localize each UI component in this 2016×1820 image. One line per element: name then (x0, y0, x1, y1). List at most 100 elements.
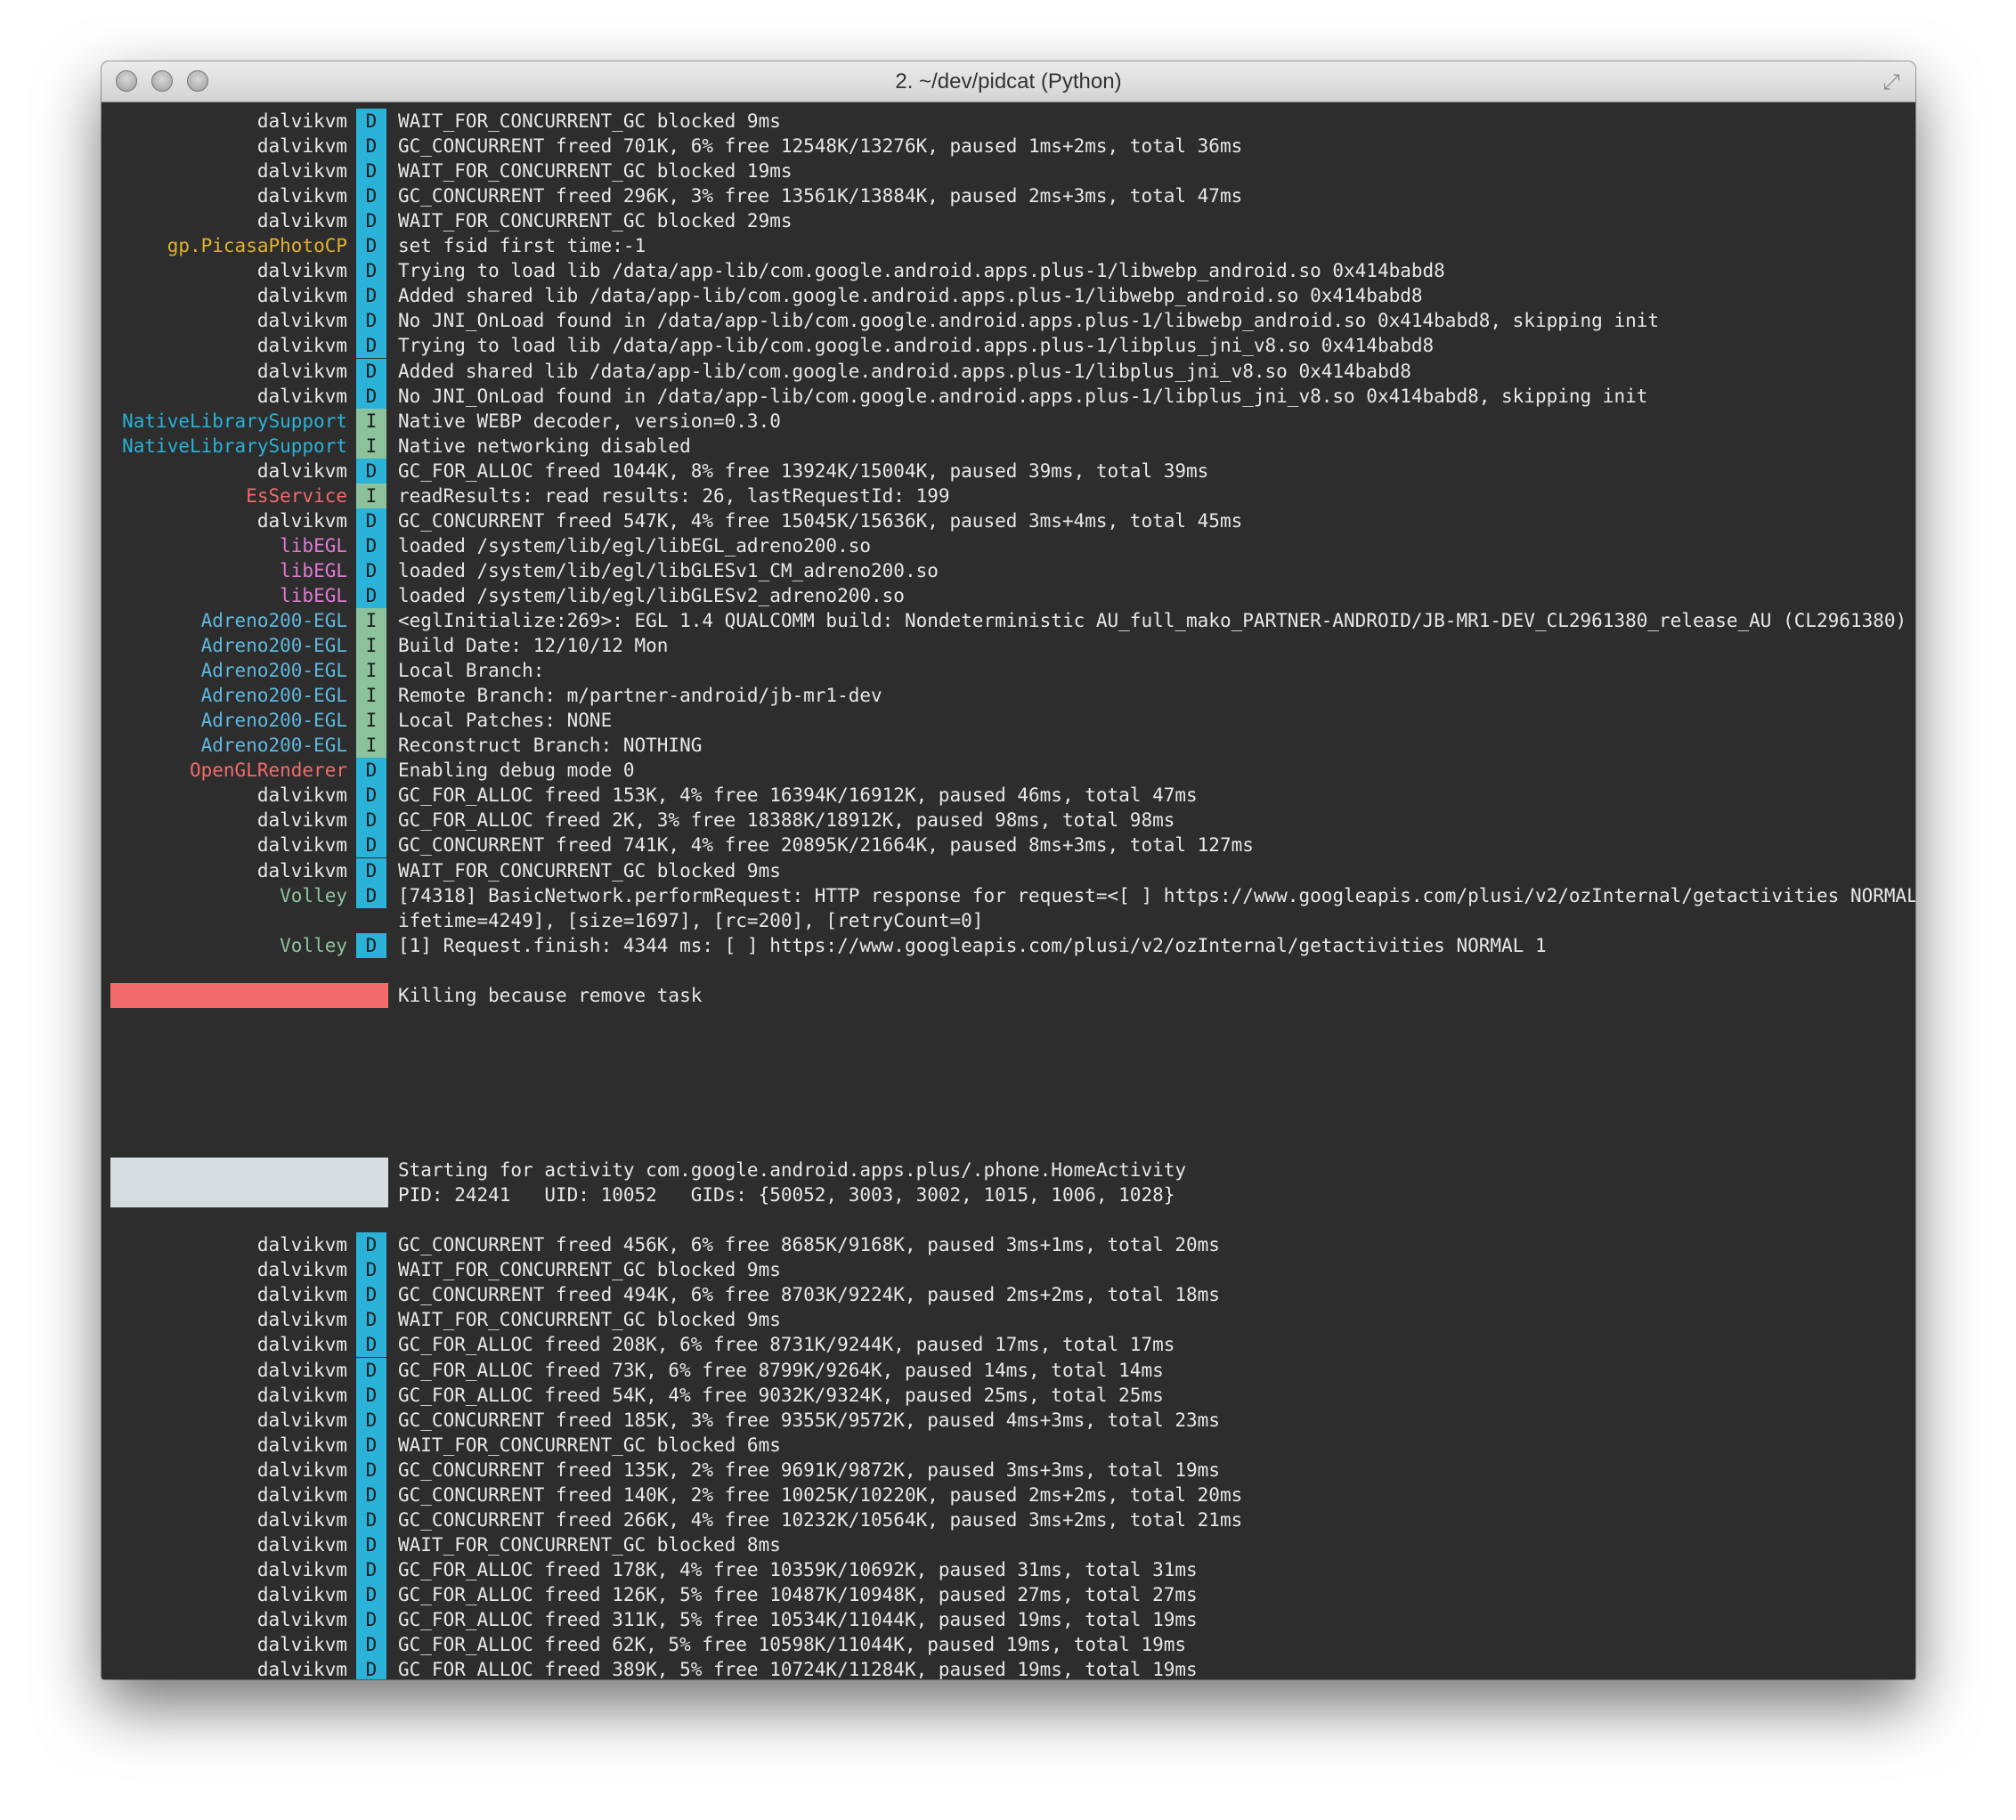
log-level-badge: D (356, 1507, 386, 1532)
log-line: dalvikvm D GC_CONCURRENT freed 456K, 6% fr… (102, 1232, 1915, 1258)
log-tag: dalvikvm (256, 310, 347, 332)
log-line: dalvikvm D GC_CONCURRENT freed 296K, 3% fr… (102, 183, 1915, 209)
log-level-badge: D (356, 1607, 386, 1632)
log-line: dalvikvm D WAIT_FOR_CONCURRENT_GC blocked … (102, 158, 1915, 184)
log-level-badge: D (356, 1282, 386, 1308)
log-line: dalvikvm D GC_FOR_ALLOC freed 62K, 5% free… (102, 1632, 1915, 1658)
log-tag: Adreno200-EGL (200, 635, 347, 657)
log-line: dalvikvm D WAIT_FOR_CONCURRENT_GC blocked … (102, 1257, 1915, 1283)
log-line: dalvikvm D GC_FOR_ALLOC freed 153K, 4% fre… (102, 783, 1915, 808)
log-line: dalvikvm D WAIT_FOR_CONCURRENT_GC blocked … (102, 109, 1915, 134)
log-tag: libEGL (280, 534, 347, 557)
log-level-badge: I (356, 633, 386, 659)
log-line: dalvikvm D GC_FOR_ALLOC freed 73K, 6% free… (102, 1357, 1915, 1383)
log-tag: dalvikvm (256, 135, 347, 158)
log-level-badge: D (356, 1257, 386, 1283)
log-line: dalvikvm D GC_CONCURRENT freed 140K, 2% fr… (102, 1482, 1915, 1507)
log-message: <eglInitialize:269>: EGL 1.4 QUALCOMM bu… (398, 610, 1907, 631)
log-message: ifetime=4249], [size=1697], [rc=200], [r… (398, 909, 984, 931)
log-message: Added shared lib /data/app-lib/com.googl… (398, 360, 1411, 382)
log-tag: EsService (246, 484, 347, 507)
log-line: dalvikvm D GC_FOR_ALLOC freed 126K, 5% fre… (102, 1581, 1915, 1607)
log-message: Build Date: 12/10/12 Mon (398, 635, 669, 657)
log-level-badge: D (356, 358, 386, 384)
log-tag: dalvikvm (256, 1458, 347, 1481)
log-tag: dalvikvm (256, 1609, 347, 1630)
log-line: dalvikvm D GC_CONCURRENT freed 741K, 4% fr… (102, 833, 1915, 858)
log-message: GC_FOR_ALLOC freed 62K, 5% free 10598K/1… (398, 1634, 1187, 1656)
log-tag: dalvikvm (256, 185, 347, 207)
log-message: GC_FOR_ALLOC freed 73K, 6% free 8799K/92… (398, 1359, 1164, 1381)
log-message: WAIT_FOR_CONCURRENT_GC blocked 19ms (398, 160, 793, 183)
log-line: dalvikvm D GC_CONCURRENT freed 701K, 6% fr… (102, 134, 1915, 159)
log-message: Enabling debug mode 0 (398, 760, 635, 782)
log-line: OpenGLRenderer D Enabling debug mode 0 (102, 758, 1915, 784)
log-tag: dalvikvm (256, 1334, 347, 1356)
log-line: gp.PicasaPhotoCP Dset fsid first time:-1 (102, 233, 1915, 259)
log-message: GC_FOR_ALLOC freed 389K, 5% free 10724K/… (398, 1659, 1198, 1679)
log-level-badge: D (356, 1632, 386, 1658)
log-message: Reconstruct Branch: NOTHING (398, 735, 703, 757)
log-tag: dalvikvm (256, 1483, 347, 1506)
log-message: GC_CONCURRENT freed 701K, 6% free 12548K… (398, 135, 1243, 158)
kill-line: Killing because remove task (102, 982, 1915, 1008)
log-message: GC_FOR_ALLOC freed 311K, 5% free 10534K/… (398, 1609, 1198, 1630)
log-message: WAIT_FOR_CONCURRENT_GC blocked 6ms (398, 1434, 781, 1456)
log-line: dalvikvm D GC_FOR_ALLOC freed 389K, 5% fre… (102, 1657, 1915, 1679)
log-level-badge: D (356, 158, 386, 184)
log-tag: Adreno200-EGL (200, 610, 347, 631)
log-message: loaded /system/lib/egl/libEGL_adreno200.… (398, 534, 872, 557)
log-level-badge: D (356, 1357, 386, 1383)
terminal-window: 2. ~/dev/pidcat (Python) ⤢ dalvikvm D WAIT… (102, 61, 1915, 1679)
log-message: GC_CONCURRENT freed 185K, 3% free 9355K/… (398, 1409, 1220, 1431)
log-message: [1] Request.finish: 4344 ms: [ ] https:/… (398, 934, 1547, 956)
title-bar[interactable]: 2. ~/dev/pidcat (Python) ⤢ (102, 61, 1915, 102)
log-tag: dalvikvm (256, 1583, 347, 1605)
log-tag: libEGL (280, 584, 347, 606)
log-level-badge: D (356, 783, 386, 808)
log-message: GC_CONCURRENT freed 140K, 2% free 10025K… (398, 1483, 1243, 1506)
fullscreen-arrows-icon[interactable]: ⤢ (1880, 70, 1903, 93)
log-tag: dalvikvm (256, 509, 347, 532)
log-tag: dalvikvm (256, 1359, 347, 1381)
log-level-badge: D (356, 1532, 386, 1557)
log-level-badge: I (356, 408, 386, 434)
log-line: Volley D [1] Request.finish: 4344 ms: [ ] … (102, 932, 1915, 958)
log-line: dalvikvm D Trying to load lib /data/app-li… (102, 333, 1915, 359)
log-tag: dalvikvm (256, 809, 347, 832)
log-tag: dalvikvm (256, 1259, 347, 1281)
log-level-badge: D (356, 383, 386, 409)
log-tag: dalvikvm (256, 834, 347, 857)
log-tag: dalvikvm (256, 335, 347, 357)
log-line: dalvikvm D GC_FOR_ALLOC freed 1044K, 8% fr… (102, 458, 1915, 483)
log-level-badge: D (356, 1307, 386, 1333)
log-level-badge: D (356, 582, 386, 608)
log-level-badge: I (356, 683, 386, 709)
log-line: ifetime=4249], [size=1697], [rc=200], [r… (102, 908, 1915, 933)
log-level-badge: D (356, 1407, 386, 1433)
log-line: Adreno200-EGL I Local Branch: (102, 658, 1915, 684)
log-line: libEGL Dloaded /system/lib/egl/libGLESv2_… (102, 582, 1915, 608)
log-line: Volley D [74318] BasicNetwork.performReque… (102, 882, 1915, 908)
log-line: dalvikvm D No JNI_OnLoad found in /data/ap… (102, 383, 1915, 409)
log-tag: dalvikvm (256, 1434, 347, 1456)
log-tag: Volley (280, 884, 347, 906)
log-level-badge: D (356, 1581, 386, 1607)
log-level-badge: D (356, 1482, 386, 1507)
log-tag: dalvikvm (256, 459, 347, 482)
terminal-output[interactable]: dalvikvm D WAIT_FOR_CONCURRENT_GC blocked … (102, 102, 1915, 1679)
log-message: Trying to load lib /data/app-lib/com.goo… (398, 335, 1435, 357)
log-level-badge: I (356, 658, 386, 684)
log-tag: dalvikvm (256, 1634, 347, 1656)
log-line: dalvikvm D GC_FOR_ALLOC freed 208K, 6% fre… (102, 1332, 1915, 1358)
log-line: libEGL Dloaded /system/lib/egl/libGLESv1_… (102, 557, 1915, 583)
log-message: GC_FOR_ALLOC freed 126K, 5% free 10487K/… (398, 1583, 1198, 1605)
log-tag: dalvikvm (256, 784, 347, 807)
window-title: 2. ~/dev/pidcat (Python) (895, 69, 1122, 93)
log-line: dalvikvm D GC_CONCURRENT freed 494K, 6% fr… (102, 1282, 1915, 1308)
log-message: GC_FOR_ALLOC freed 1044K, 8% free 13924K… (398, 459, 1209, 482)
log-line: libEGL Dloaded /system/lib/egl/libEGL_adr… (102, 532, 1915, 558)
log-level-badge: D (356, 109, 386, 134)
log-message: GC_CONCURRENT freed 456K, 6% free 8685K/… (398, 1234, 1220, 1256)
log-tag: dalvikvm (256, 1409, 347, 1431)
